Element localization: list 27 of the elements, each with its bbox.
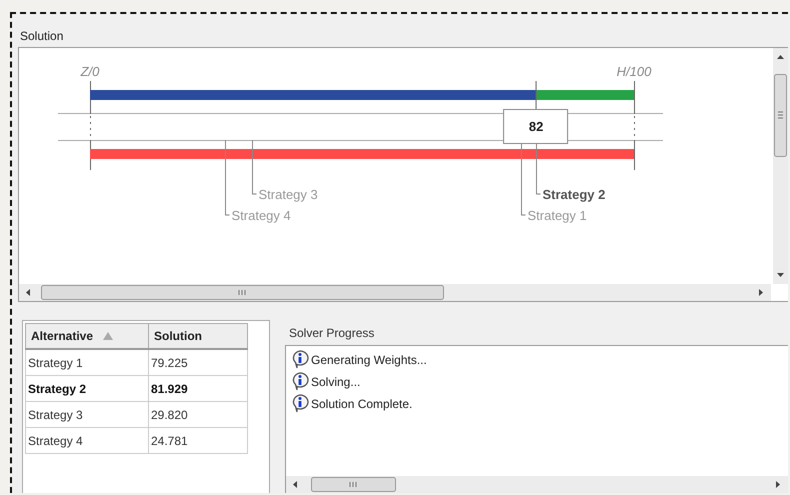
table-cell: 29.820	[148, 402, 248, 428]
table-cell: 79.225	[148, 349, 248, 376]
table-cell: Strategy 1	[26, 349, 148, 376]
log-message: Solution Complete.	[311, 397, 412, 411]
table-cell: Strategy 3	[26, 402, 148, 428]
table-cell: Strategy 4	[26, 428, 148, 454]
log-message: Generating Weights...	[311, 353, 427, 367]
log-message: Solving...	[311, 375, 360, 389]
info-balloon-icon	[290, 372, 310, 392]
table-cell: 24.781	[148, 428, 248, 454]
callout-label: Strategy 2	[542, 187, 606, 202]
scale-min-label: Z/0	[80, 64, 100, 79]
table-cell: Strategy 2	[26, 376, 148, 402]
value-box: 82	[503, 109, 568, 144]
callout-label: Strategy 1	[528, 208, 587, 223]
panel-title: Solution	[19, 28, 64, 45]
callout-label: Strategy 3	[258, 187, 318, 202]
info-balloon-icon	[290, 394, 310, 414]
column-header-label: Alternative	[31, 329, 94, 343]
scale-max-label: H/100	[616, 64, 652, 79]
column-header[interactable]: Alternative	[26, 324, 148, 349]
callout-label: Strategy 4	[232, 208, 291, 223]
info-balloon-icon	[290, 350, 310, 370]
table-cell: 81.929	[148, 376, 248, 402]
column-header[interactable]: Solution	[148, 324, 248, 349]
marker-line	[536, 80, 537, 110]
section-title: Solver Progress	[288, 325, 374, 342]
